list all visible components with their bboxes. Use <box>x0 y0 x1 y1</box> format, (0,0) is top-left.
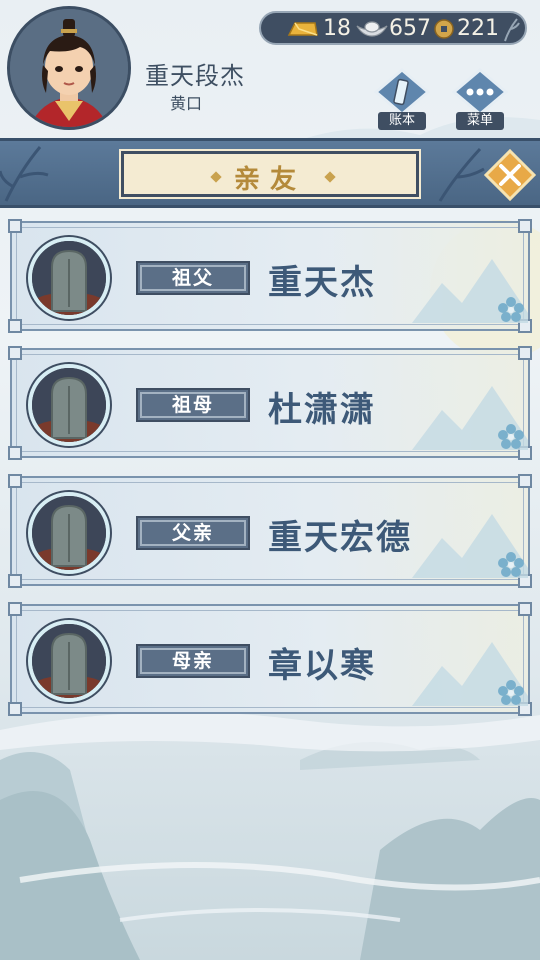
tombstone-portrait <box>28 237 110 319</box>
menu-label: 菜单 <box>456 112 504 130</box>
menu-button[interactable]: 菜单 <box>450 68 510 134</box>
relative-card[interactable]: 父亲 重天宏德 <box>8 474 532 588</box>
silver-amount: 657 <box>389 16 431 41</box>
coin-amount: 221 <box>457 16 499 41</box>
player-title: 黄口 <box>170 94 203 113</box>
tombstone-portrait <box>28 620 110 702</box>
relation-label: 祖父 <box>136 261 250 295</box>
relative-card[interactable]: 祖母 杜潇潇 <box>8 346 532 460</box>
relation-label: 父亲 <box>136 516 250 550</box>
relative-name: 重天宏德 <box>268 518 412 558</box>
flower-icon <box>498 424 524 449</box>
flower-icon <box>498 680 524 705</box>
relative-name: 杜潇潇 <box>268 390 376 430</box>
currency-bar: 18 657 221 <box>259 11 527 45</box>
relative-name: 章以寒 <box>268 646 376 686</box>
silver-ingot-icon <box>356 21 388 37</box>
player-portrait-icon <box>10 9 128 127</box>
tombstone-portrait <box>28 492 110 574</box>
close-button[interactable] <box>483 148 537 202</box>
flower-icon <box>498 552 524 577</box>
page-title: 亲友 <box>233 165 306 195</box>
player-avatar[interactable] <box>7 6 131 130</box>
relative-name: 重天杰 <box>268 263 376 303</box>
tombstone-icon <box>32 496 106 570</box>
tombstone-portrait <box>28 364 110 446</box>
copper-coin-icon <box>434 19 454 39</box>
relative-card[interactable]: 母亲 章以寒 <box>8 602 532 716</box>
bamboo-decoration-right-icon <box>438 147 485 202</box>
player-name: 重天段杰 <box>145 62 245 90</box>
ledger-button[interactable]: 账本 <box>372 68 432 134</box>
relative-card[interactable]: 祖父 重天杰 <box>8 219 532 333</box>
ledger-icon <box>373 68 431 116</box>
relation-label: 母亲 <box>136 644 250 678</box>
relation-label: 祖母 <box>136 388 250 422</box>
gold-amount: 18 <box>323 16 351 41</box>
ledger-label: 账本 <box>378 112 426 130</box>
tombstone-icon <box>32 241 106 315</box>
bamboo-decoration-icon <box>0 146 49 202</box>
gold-ingot-icon <box>287 22 318 36</box>
menu-dots-icon <box>451 68 509 116</box>
page-title-plaque: 亲友 <box>119 149 421 199</box>
tombstone-icon <box>32 624 106 698</box>
tombstone-icon <box>32 368 106 442</box>
flower-icon <box>498 297 524 322</box>
bamboo-leaf-icon <box>504 18 520 42</box>
close-icon <box>483 148 537 202</box>
